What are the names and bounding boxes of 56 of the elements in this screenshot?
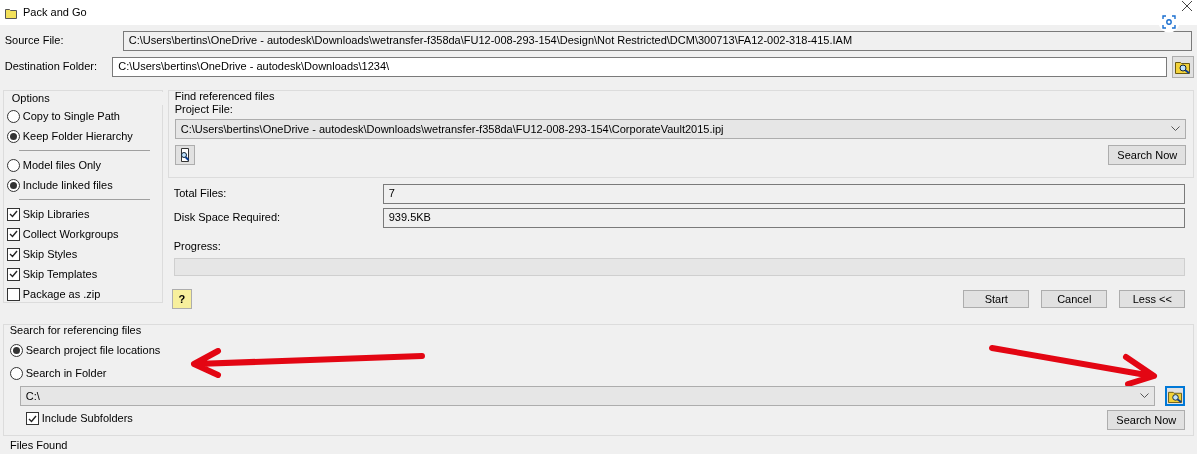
radio-button[interactable] <box>6 109 20 123</box>
source-file-field[interactable]: C:\Users\bertins\OneDrive - autodesk\Downloads\wetransfer-f358da\FU12-008-293-154\Design\Not Restricted\DCM\300713\FA12-002-318-415.IAM <box>122 30 1193 51</box>
option-label: Collect Workgroups <box>22 227 119 241</box>
field-label: Source File: <box>3 33 65 48</box>
dialog-button[interactable]: Less << <box>1119 290 1186 309</box>
project-file-dropdown[interactable]: C:\Users\bertins\OneDrive - autodesk\Downloads\wetransfer-f358da\FU12-008-293-154\CorporateVault2015.ipj <box>174 119 1187 140</box>
radio-button[interactable] <box>9 343 23 357</box>
chevron-down-icon <box>1140 393 1150 400</box>
checkbox[interactable] <box>25 412 39 426</box>
checkbox[interactable] <box>6 287 20 301</box>
folder-dropdown[interactable]: C:\ <box>19 386 1156 407</box>
option-label: Copy to Single Path <box>22 109 120 123</box>
checkbox[interactable] <box>6 247 20 261</box>
folder-icon <box>5 6 17 19</box>
close-icon[interactable] <box>1182 0 1192 11</box>
option-label: Include Subfolders <box>41 412 133 426</box>
option-label: Keep Folder Hierarchy <box>22 129 133 143</box>
destination-folder-field[interactable]: C:\Users\bertins\OneDrive - autodesk\Downloads\1234\ <box>112 57 1167 77</box>
option-label: Skip Templates <box>22 267 98 281</box>
section-title: Files Found <box>10 439 69 453</box>
option-label: Model files Only <box>22 158 101 172</box>
checkbox[interactable] <box>6 267 20 281</box>
checkbox[interactable] <box>6 227 20 241</box>
option-label: Search project file locations <box>25 343 161 357</box>
browse-folder-button[interactable] <box>1165 386 1186 407</box>
help-button[interactable]: ? <box>171 289 192 310</box>
radio-button[interactable] <box>9 366 23 380</box>
search-now-button[interactable]: Search Now <box>1107 410 1186 431</box>
option-label: Skip Libraries <box>22 207 90 221</box>
field-label: Destination Folder: <box>3 60 99 74</box>
group-title: Search for referencing files <box>9 324 143 339</box>
option-label: Package as .zip <box>22 287 101 301</box>
option-label: Skip Styles <box>22 247 78 261</box>
option-label: Search in Folder <box>25 366 107 380</box>
group-title: Options <box>9 92 165 106</box>
group-title: Find referenced files <box>174 90 276 104</box>
folder-search-icon <box>1167 389 1183 403</box>
checkbox[interactable] <box>6 207 20 221</box>
radio-button[interactable] <box>6 158 20 172</box>
option-label: Include linked files <box>22 178 113 192</box>
chevron-down-icon <box>1171 126 1181 133</box>
readout-field: 939.5KB <box>382 208 1186 228</box>
browse-project-button[interactable] <box>174 145 195 166</box>
dialog-button[interactable]: Start <box>963 290 1030 309</box>
field-label: Disk Space Required: <box>173 211 282 225</box>
radio-button[interactable] <box>6 178 20 192</box>
readout-field: 7 <box>382 184 1186 204</box>
search-now-button[interactable]: Search Now <box>1108 145 1187 166</box>
field-label: Total Files: <box>173 187 228 201</box>
folder-search-icon <box>1175 60 1192 74</box>
browse-folder-button[interactable] <box>1172 56 1195 78</box>
field-label: Project File: <box>174 103 234 117</box>
window-title: Pack and Go <box>23 5 87 20</box>
radio-button[interactable] <box>6 129 20 143</box>
dialog-button[interactable]: Cancel <box>1041 290 1108 309</box>
field-label: Progress: <box>173 240 222 254</box>
